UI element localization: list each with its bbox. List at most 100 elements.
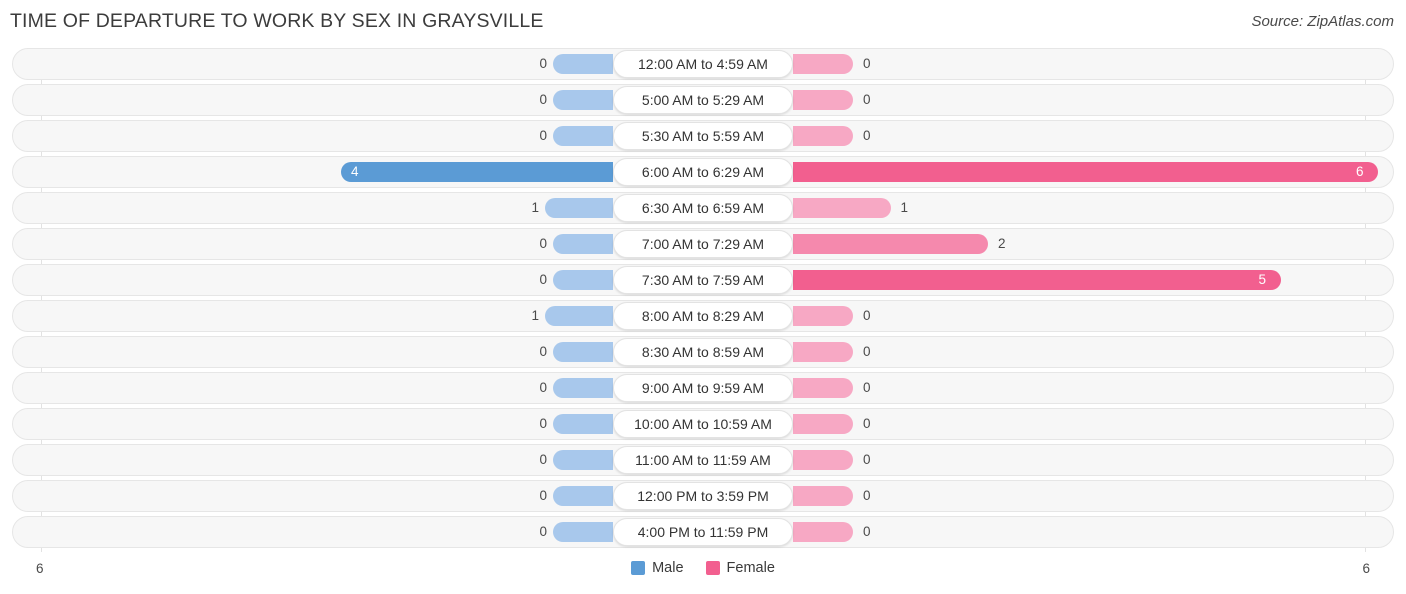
bar-row[interactable]: 0 0 4:00 PM to 11:59 PM (0, 516, 1406, 548)
legend-label-female: Female (726, 560, 775, 576)
male-value-label: 0 (539, 488, 547, 503)
category-pill[interactable]: 5:30 AM to 5:59 AM (613, 122, 793, 150)
category-pill[interactable]: 6:30 AM to 6:59 AM (613, 194, 793, 222)
category-pill[interactable]: 9:00 AM to 9:59 AM (613, 374, 793, 402)
category-pill[interactable]: 6:00 AM to 6:29 AM (613, 158, 793, 186)
male-bar[interactable] (553, 234, 613, 254)
female-bar[interactable] (793, 522, 853, 542)
category-pill[interactable]: 5:00 AM to 5:29 AM (613, 86, 793, 114)
female-value-label: 2 (998, 236, 1006, 251)
legend-label-male: Male (652, 560, 684, 576)
female-value-label: 1 (900, 200, 909, 215)
female-bar[interactable] (793, 414, 853, 434)
female-value-label: 6 (1356, 164, 1364, 179)
female-bar[interactable] (793, 234, 988, 254)
female-bar[interactable] (793, 126, 853, 146)
category-label: 12:00 PM to 3:59 PM (637, 488, 769, 504)
category-pill[interactable]: 8:30 AM to 8:59 AM (613, 338, 793, 366)
category-label: 8:00 AM to 8:29 AM (641, 308, 765, 324)
male-bar[interactable] (553, 126, 613, 146)
legend-item-female[interactable]: Female (705, 560, 775, 576)
bar-row[interactable]: 1 1 6:30 AM to 6:59 AM (0, 192, 1406, 224)
male-bar[interactable] (553, 414, 613, 434)
category-label: 12:00 AM to 4:59 AM (638, 56, 768, 72)
bar-row[interactable]: 0 0 8:30 AM to 8:59 AM (0, 336, 1406, 368)
category-label: 8:30 AM to 8:59 AM (641, 344, 765, 360)
bar-row[interactable]: 0 0 11:00 AM to 11:59 AM (0, 444, 1406, 476)
page-title: TIME OF DEPARTURE TO WORK BY SEX IN GRAY… (10, 10, 544, 32)
male-value-label: 0 (539, 56, 547, 71)
female-value-label: 0 (863, 416, 871, 431)
male-bar[interactable] (341, 162, 613, 182)
female-bar[interactable] (793, 306, 853, 326)
female-value-label: 0 (863, 92, 871, 107)
female-bar[interactable] (793, 270, 1281, 290)
chart-footer: 6 6 Male Female (0, 556, 1406, 594)
bar-row[interactable]: 0 0 12:00 PM to 3:59 PM (0, 480, 1406, 512)
male-bar[interactable] (553, 522, 613, 542)
legend-item-male[interactable]: Male (631, 560, 684, 576)
male-bar[interactable] (553, 54, 613, 74)
source-attribution: Source: ZipAtlas.com (1251, 13, 1394, 30)
male-bar[interactable] (553, 378, 613, 398)
male-value-label: 1 (531, 200, 539, 215)
category-label: 7:30 AM to 7:59 AM (641, 272, 765, 288)
category-pill[interactable]: 11:00 AM to 11:59 AM (613, 446, 793, 474)
female-bar[interactable] (793, 486, 853, 506)
category-label: 4:00 PM to 11:59 PM (637, 524, 769, 540)
category-label: 9:00 AM to 9:59 AM (641, 380, 765, 396)
bar-row[interactable]: 0 0 10:00 AM to 10:59 AM (0, 408, 1406, 440)
male-value-label: 0 (539, 380, 547, 395)
female-bar[interactable] (793, 54, 853, 74)
bar-row[interactable]: 4 6 6:00 AM to 6:29 AM (0, 156, 1406, 188)
male-value-label: 0 (539, 524, 547, 539)
category-label: 11:00 AM to 11:59 AM (635, 452, 771, 468)
bar-row[interactable]: 0 0 5:00 AM to 5:29 AM (0, 84, 1406, 116)
legend: Male Female (0, 560, 1406, 576)
female-bar[interactable] (793, 198, 891, 218)
male-value-label: 0 (539, 344, 547, 359)
female-bar[interactable] (793, 378, 853, 398)
chart-header: TIME OF DEPARTURE TO WORK BY SEX IN GRAY… (0, 0, 1406, 42)
category-label: 7:00 AM to 7:29 AM (641, 236, 765, 252)
female-bar[interactable] (793, 342, 853, 362)
category-pill[interactable]: 10:00 AM to 10:59 AM (613, 410, 793, 438)
male-bar[interactable] (545, 198, 613, 218)
category-pill[interactable]: 7:30 AM to 7:59 AM (613, 266, 793, 294)
female-value-label: 0 (863, 452, 871, 467)
category-pill[interactable]: 12:00 AM to 4:59 AM (613, 50, 793, 78)
male-value-label: 1 (531, 308, 539, 323)
female-value-label: 0 (863, 56, 871, 71)
category-label: 6:00 AM to 6:29 AM (641, 164, 765, 180)
male-value-label: 0 (539, 416, 547, 431)
male-bar[interactable] (545, 306, 613, 326)
bar-row[interactable]: 1 0 8:00 AM to 8:29 AM (0, 300, 1406, 332)
category-pill[interactable]: 12:00 PM to 3:59 PM (613, 482, 793, 510)
female-value-label: 0 (863, 308, 871, 323)
category-pill[interactable]: 8:00 AM to 8:29 AM (613, 302, 793, 330)
male-bar[interactable] (553, 90, 613, 110)
female-value-label: 0 (863, 380, 871, 395)
male-bar[interactable] (553, 486, 613, 506)
male-value-label: 0 (539, 236, 547, 251)
category-pill[interactable]: 4:00 PM to 11:59 PM (613, 518, 793, 546)
female-bar[interactable] (793, 450, 853, 470)
male-value-label: 0 (539, 452, 547, 467)
female-swatch-icon (705, 561, 720, 575)
male-bar[interactable] (553, 342, 613, 362)
male-swatch-icon (631, 561, 646, 575)
category-pill[interactable]: 7:00 AM to 7:29 AM (613, 230, 793, 258)
category-label: 6:30 AM to 6:59 AM (641, 200, 765, 216)
bar-row[interactable]: 0 5 7:30 AM to 7:59 AM (0, 264, 1406, 296)
female-bar[interactable] (793, 162, 1378, 182)
female-bar[interactable] (793, 90, 853, 110)
bar-row[interactable]: 0 0 12:00 AM to 4:59 AM (0, 48, 1406, 80)
chart-plot-area: 0 0 12:00 AM to 4:59 AM 0 0 5:00 AM to 5:29 A… (0, 48, 1406, 556)
bar-row[interactable]: 0 0 5:30 AM to 5:59 AM (0, 120, 1406, 152)
bar-row[interactable]: 0 2 7:00 AM to 7:29 AM (0, 228, 1406, 260)
female-value-label: 0 (863, 128, 871, 143)
male-value-label: 0 (539, 92, 547, 107)
bar-row[interactable]: 0 0 9:00 AM to 9:59 AM (0, 372, 1406, 404)
male-bar[interactable] (553, 270, 613, 290)
male-bar[interactable] (553, 450, 613, 470)
